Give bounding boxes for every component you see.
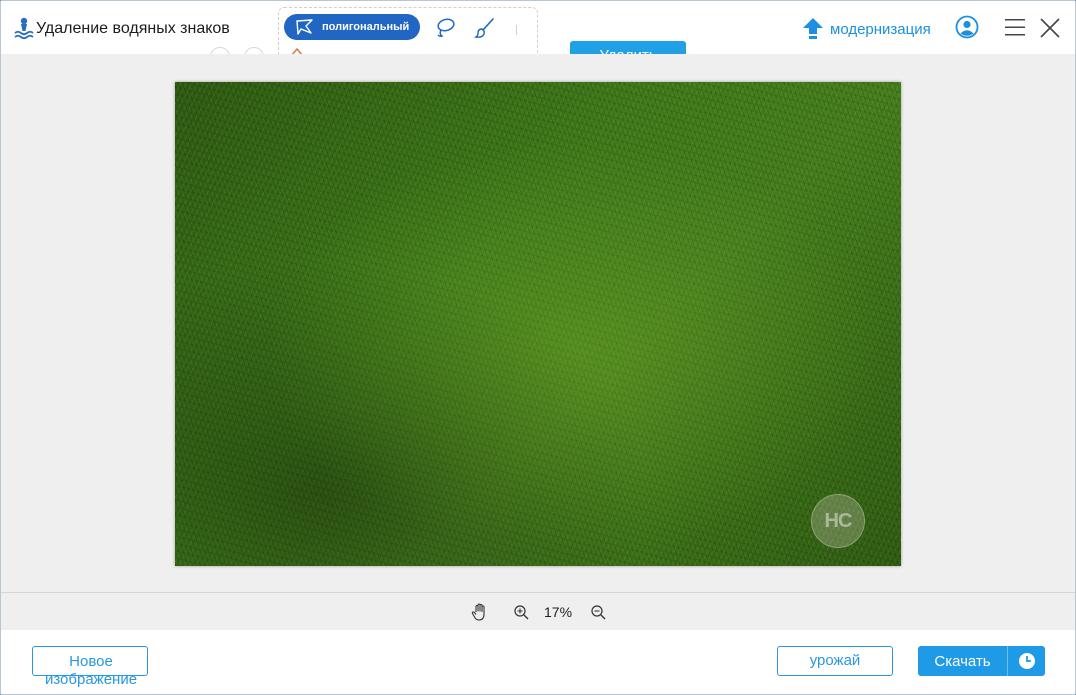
upgrade-link[interactable]: модернизация [802,15,931,43]
upgrade-label: модернизация [830,20,931,38]
download-label: Скачать [934,652,991,670]
grass-image[interactable]: HC [175,82,901,566]
lasso-icon[interactable] [434,17,456,39]
toolbar-separator [516,25,517,35]
zoom-level: 17% [544,604,573,620]
hand-icon[interactable] [471,603,487,621]
logo-icon [14,17,34,40]
canvas-area[interactable]: HC [1,54,1075,593]
footer: Новое изображение урожай Скачать [1,630,1075,694]
account-icon[interactable] [955,15,979,39]
clock-icon [1018,653,1035,669]
polygon-tool-label: полигональный [322,21,410,33]
zoom-in-icon[interactable] [513,604,529,620]
close-icon[interactable] [1039,17,1061,39]
crop-button[interactable]: урожай [777,646,893,676]
polygon-tool-button[interactable]: полигональный [284,14,420,40]
zoom-bar: 17% [1,593,1075,630]
watermark: HC [811,494,865,548]
menu-icon[interactable] [1004,17,1026,37]
title-bar: Удаление водяных знаков полигональный мо… [1,1,1075,71]
download-button[interactable]: Скачать [918,646,1045,676]
zoom-out-icon[interactable] [590,604,606,620]
new-image-button[interactable]: Новое изображение [32,646,148,688]
app-title: Удаление водяных знаков [36,20,230,37]
app-window: Удаление водяных знаков полигональный мо… [0,0,1076,695]
new-image-label: Новое изображение [44,653,138,688]
polygon-icon [296,19,313,35]
upgrade-arrow-icon [803,18,823,39]
download-history-button[interactable] [1008,646,1045,676]
brush-icon[interactable] [474,17,496,39]
